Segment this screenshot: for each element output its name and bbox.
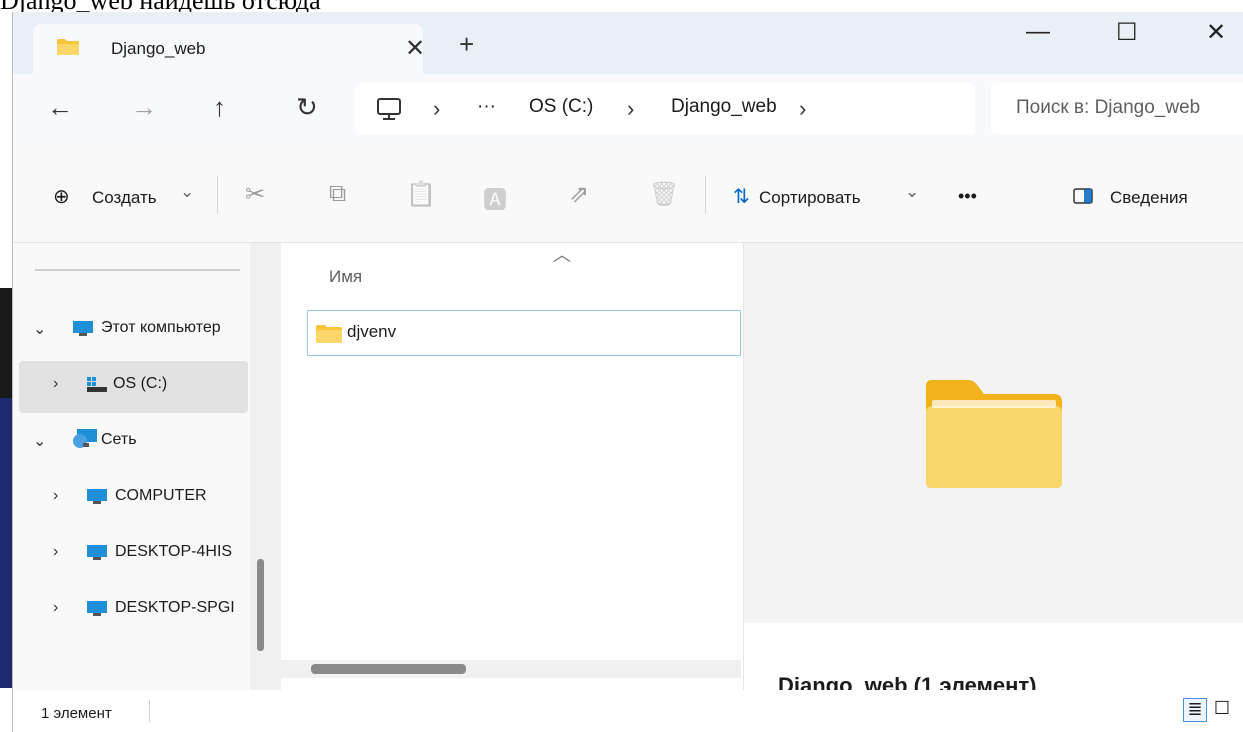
breadcrumb-separator[interactable]: ›: [799, 96, 806, 122]
main-content: ⌄ Этот компьютер › OS (C:) ⌄ Сеть › COMP…: [13, 243, 1243, 732]
paste-icon[interactable]: 📋: [406, 180, 436, 209]
maximize-button[interactable]: ☐: [1116, 18, 1138, 47]
list-item[interactable]: djvenv: [307, 310, 741, 356]
computer-icon: [73, 321, 93, 336]
computer-icon: [87, 545, 107, 560]
sidebar-item-label: Этот компьютер: [101, 319, 221, 336]
create-dropdown-icon[interactable]: ⌄: [180, 182, 194, 202]
back-button[interactable]: ←: [47, 92, 73, 123]
breadcrumb-django-web[interactable]: Django_web: [671, 96, 777, 118]
search-box[interactable]: Поиск в: Django_web: [991, 83, 1243, 135]
address-bar[interactable]: › ··· OS (C:) › Django_web ›: [355, 83, 975, 135]
network-icon: [73, 429, 97, 448]
cut-icon[interactable]: ✂: [245, 180, 265, 209]
command-bar: ⊕ Создать ⌄ ✂ ⧉ 📋 🅰 ⇗ 🗑 ⇅ Сортировать ⌄ …: [13, 146, 1243, 243]
sidebar-item-computer[interactable]: › COMPUTER: [19, 473, 248, 525]
navigation-scrollbar-thumb[interactable]: [257, 559, 264, 651]
share-icon[interactable]: ⇗: [569, 180, 589, 209]
sidebar-item-label: OS (C:): [113, 375, 168, 392]
title-bar: Django_web ✕ + — ☐ ✕: [13, 12, 1243, 74]
item-count: 1 элемент: [41, 705, 112, 722]
file-explorer-window: Django_web ✕ + — ☐ ✕ ← → ↑ ↻ › ··· OS (C…: [12, 12, 1243, 732]
minimize-button[interactable]: —: [1026, 18, 1050, 46]
horizontal-scrollbar-thumb[interactable]: [311, 664, 466, 674]
sidebar-item-label: DESKTOP-4HIS: [115, 543, 233, 560]
large-folder-icon: [926, 380, 1062, 488]
sidebar-item-label: Сеть: [101, 431, 137, 448]
sidebar-item-label: COMPUTER: [115, 487, 207, 504]
sidebar-item-label: DESKTOP-SPGI: [115, 599, 235, 616]
rename-icon[interactable]: 🅰: [483, 180, 507, 215]
navigation-bar: ← → ↑ ↻ › ··· OS (C:) › Django_web › Пои…: [13, 74, 1243, 146]
computer-icon: [87, 601, 107, 616]
status-bar: 1 элемент ≣ ☐: [13, 690, 1243, 732]
up-button[interactable]: ↑: [213, 92, 226, 123]
breadcrumb-os-c[interactable]: OS (C:): [529, 96, 593, 118]
computer-icon: [377, 98, 401, 120]
tab-title: Django_web: [111, 39, 206, 58]
breadcrumb-separator: ›: [433, 96, 441, 121]
delete-icon[interactable]: 🗑: [649, 180, 679, 209]
breadcrumb-separator: ›: [627, 96, 635, 121]
details-view-icon[interactable]: ≣: [1183, 698, 1207, 722]
chevron-down-icon[interactable]: ⌄: [33, 431, 46, 451]
tab-close-icon[interactable]: ✕: [405, 34, 425, 63]
navigation-pane: ⌄ Этот компьютер › OS (C:) ⌄ Сеть › COMP…: [13, 243, 281, 732]
details-pane: Django_web (1 элемент): [743, 243, 1243, 732]
toolbar-divider: [217, 176, 218, 214]
create-icon: ⊕: [53, 186, 70, 208]
toolbar-divider: [705, 176, 706, 214]
sidebar-item-os-c[interactable]: › OS (C:): [19, 361, 248, 413]
breadcrumb-overflow[interactable]: ···: [477, 96, 496, 118]
chevron-right-icon[interactable]: ›: [53, 599, 58, 617]
sidebar-item-network[interactable]: ⌄ Сеть: [19, 417, 248, 469]
close-window-button[interactable]: ✕: [1206, 18, 1226, 47]
tab-django-web[interactable]: Django_web ✕: [33, 24, 425, 74]
forward-button[interactable]: →: [131, 92, 157, 123]
sort-ascending-icon: ︿: [553, 245, 571, 265]
file-name: djvenv: [347, 322, 397, 341]
new-tab-button[interactable]: +: [459, 29, 474, 60]
folder-icon: [316, 325, 342, 343]
refresh-button[interactable]: ↻: [296, 92, 318, 123]
navigation-divider: [35, 269, 240, 271]
sidebar-item-desktop-spgi[interactable]: › DESKTOP-SPGI: [19, 585, 248, 637]
drive-icon: [87, 377, 107, 392]
status-divider: [149, 700, 150, 722]
chevron-right-icon[interactable]: ›: [53, 375, 58, 393]
sidebar-item-desktop-4his[interactable]: › DESKTOP-4HIS: [19, 529, 248, 581]
navigation-scrollbar-track[interactable]: [250, 243, 281, 732]
details-button[interactable]: Сведения: [1110, 188, 1188, 208]
sort-dropdown-icon[interactable]: ⌄: [905, 182, 919, 202]
details-pane-icon: [1073, 188, 1093, 204]
chevron-right-icon[interactable]: ›: [53, 543, 58, 561]
copy-icon[interactable]: ⧉: [329, 180, 346, 208]
sort-button[interactable]: Сортировать: [759, 188, 861, 208]
search-placeholder: Поиск в: Django_web: [1016, 97, 1201, 118]
chevron-right-icon[interactable]: ›: [53, 487, 58, 505]
file-list: ︿ Имя djvenv: [281, 243, 741, 732]
sidebar-item-this-pc[interactable]: ⌄ Этот компьютер: [19, 305, 248, 357]
computer-icon: [87, 489, 107, 504]
column-header-name[interactable]: Имя: [329, 267, 362, 287]
chevron-down-icon[interactable]: ⌄: [33, 319, 46, 339]
create-button[interactable]: Создать: [92, 188, 157, 208]
tiles-view-icon[interactable]: ☐: [1211, 698, 1233, 720]
details-preview: [744, 243, 1243, 623]
sort-icon: ⇅: [733, 186, 750, 208]
more-options-button[interactable]: •••: [958, 186, 977, 207]
folder-icon: [57, 39, 79, 55]
